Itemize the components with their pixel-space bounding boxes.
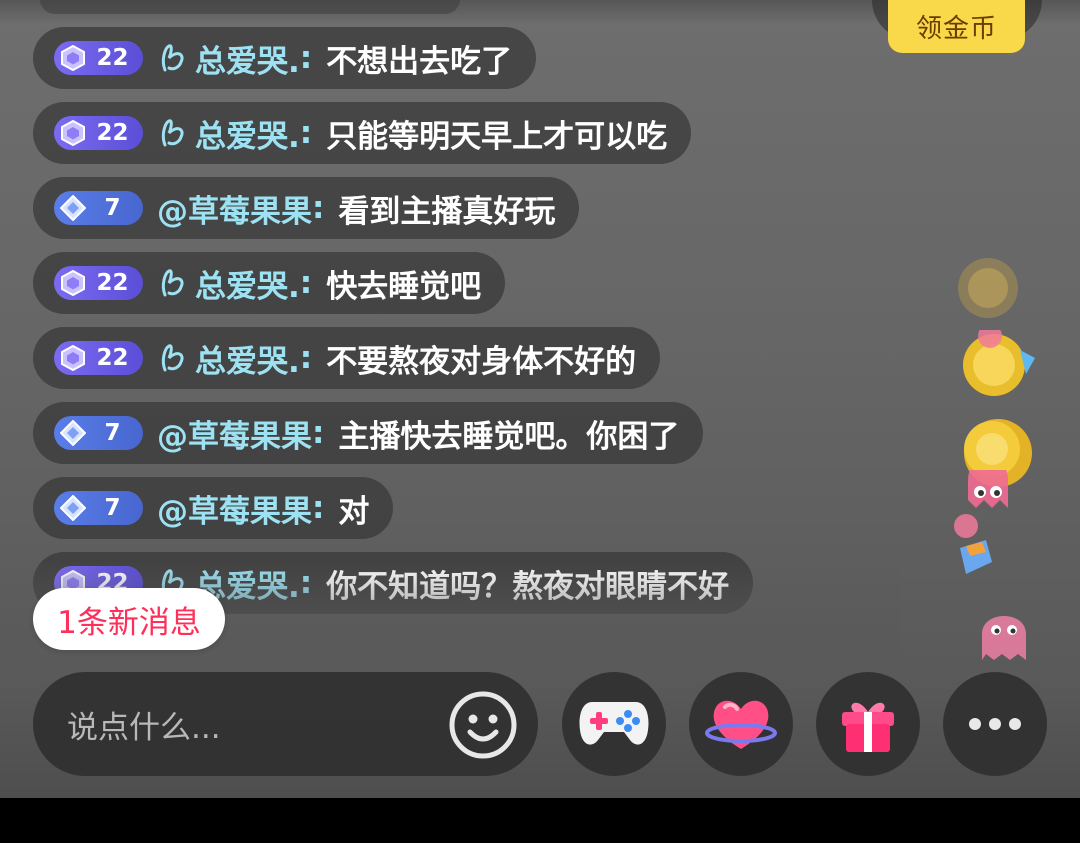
message-text: 主播快去睡觉吧。你困了 xyxy=(338,418,680,455)
separator: : xyxy=(299,565,313,601)
system-nav-bar xyxy=(0,798,1080,843)
user-level-badge: 7 xyxy=(54,491,143,525)
user-level-badge: 22 xyxy=(54,41,143,75)
user-level-badge: 22 xyxy=(54,266,143,300)
diamond-badge-icon xyxy=(60,195,86,221)
user-level-badge: 7 xyxy=(54,191,143,225)
chat-message[interactable]: 22 总爱哭.: 不想出去吃了 xyxy=(33,27,537,89)
user-level-badge: 22 xyxy=(54,341,143,375)
diamond-badge-icon xyxy=(60,495,86,521)
ghost-icon xyxy=(954,470,1008,574)
message-text: 看到主播真好玩 xyxy=(338,193,556,230)
username[interactable]: 总爱哭. xyxy=(195,261,300,306)
separator: : xyxy=(299,40,313,76)
chat-message[interactable]: 22 总爱哭.: 不要熬夜对身体不好的 xyxy=(33,327,661,389)
chat-message[interactable]: 7 @草莓果果: 看到主播真好玩 xyxy=(33,177,580,239)
username[interactable]: @草莓果果 xyxy=(157,186,312,231)
username[interactable]: @草莓果果 xyxy=(157,411,312,456)
username[interactable]: 总爱哭. xyxy=(195,111,300,156)
like-button[interactable] xyxy=(689,672,793,776)
chat-message[interactable]: 22 总爱哭.: 只能等明天早上才可以吃 xyxy=(33,102,692,164)
separator: : xyxy=(312,490,325,526)
user-level-badge: 22 xyxy=(54,116,143,150)
chat-input-placeholder: 说点什么... xyxy=(67,709,221,746)
gift-box-icon xyxy=(842,702,894,752)
hexagon-badge-icon xyxy=(61,120,85,146)
message-text: 不想出去吃了 xyxy=(326,43,513,80)
gamepad-icon xyxy=(579,702,649,745)
gift-button[interactable] xyxy=(816,672,920,776)
game-button[interactable] xyxy=(562,672,666,776)
smiley-icon[interactable] xyxy=(448,690,518,760)
message-text: 只能等明天早上才可以吃 xyxy=(326,118,668,155)
chat-message[interactable]: 7 @草莓果果: 主播快去睡觉吧。你困了 xyxy=(33,402,704,464)
message-text: 对 xyxy=(338,493,370,530)
username-prefix-icon xyxy=(161,44,184,72)
coin-animation-icon xyxy=(958,258,1018,318)
hexagon-badge-icon xyxy=(61,270,85,296)
more-dots-icon xyxy=(969,718,1021,730)
separator: : xyxy=(299,340,313,376)
new-messages-pill[interactable]: 1条新消息 xyxy=(33,588,225,650)
separator: : xyxy=(299,115,313,151)
separator: : xyxy=(312,415,325,451)
coin-animation-icon xyxy=(963,330,1035,396)
ghost-icon xyxy=(982,616,1026,660)
heart-planet-icon xyxy=(705,700,777,749)
username-prefix-icon xyxy=(161,269,184,297)
username[interactable]: @草莓果果 xyxy=(157,486,312,531)
username[interactable]: 总爱哭. xyxy=(195,336,300,381)
hexagon-badge-icon xyxy=(61,345,85,371)
chat-feed[interactable]: 22 总爱哭.: 不想出去吃了 22 总爱哭.: 只能等明天早上才可以吃 7 @… xyxy=(0,0,1080,650)
separator: : xyxy=(299,265,313,301)
diamond-badge-icon xyxy=(60,420,86,446)
chat-message[interactable]: 22 总爱哭.: 快去睡觉吧 xyxy=(33,252,506,314)
message-text: 快去睡觉吧 xyxy=(326,268,482,305)
username-prefix-icon xyxy=(161,119,184,147)
message-text: 不要熬夜对身体不好的 xyxy=(326,343,637,380)
separator: : xyxy=(312,190,325,226)
user-level-badge: 7 xyxy=(54,416,143,450)
more-button[interactable] xyxy=(943,672,1047,776)
username-prefix-icon xyxy=(161,344,184,372)
hexagon-badge-icon xyxy=(61,45,85,71)
username[interactable]: 总爱哭. xyxy=(195,36,300,81)
chat-message[interactable]: 7 @草莓果果: 对 xyxy=(33,477,394,539)
message-text: 你不知道吗？熬夜对眼睛不好 xyxy=(326,568,730,605)
